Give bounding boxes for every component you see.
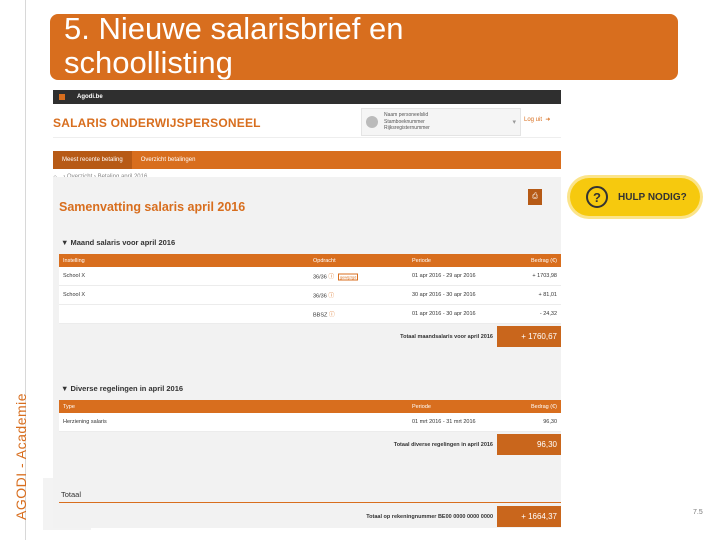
user-avatar-icon: [366, 116, 378, 128]
row-periode: 01 apr 2016 - 29 apr 2016: [412, 273, 476, 279]
row-opdracht: 36/36 ⓘ gewijzigd: [313, 272, 359, 281]
monthly-total-row: Totaal maandsalaris voor april 2016 + 17…: [59, 326, 561, 347]
changed-badge: gewijzigd: [337, 273, 359, 281]
monthly-table-header: Instelling Opdracht Periode Bedrag (€): [59, 254, 561, 267]
side-label-text: AGODI - Academie: [13, 392, 29, 520]
app-header: SALARIS ONDERWIJSPERSONEEL Naam personee…: [53, 104, 561, 138]
slide-number: 7.5: [693, 509, 703, 516]
various-table-header: Type Periode Bedrag (€): [59, 400, 561, 413]
pdf-icon[interactable]: ⎙: [528, 189, 542, 205]
row-type: Herziening salaris: [63, 419, 107, 425]
grand-total-heading: Totaal: [61, 490, 82, 499]
col-bedrag: Bedrag (€): [531, 403, 557, 410]
divider: [59, 502, 561, 503]
row-bedrag: + 1703,98: [532, 273, 557, 279]
info-icon[interactable]: ⓘ: [328, 294, 334, 300]
brand-name[interactable]: Agodi.be: [77, 94, 103, 100]
row-periode: 01 apr 2016 - 30 apr 2016: [412, 311, 476, 317]
user-info: Naam personeelslid Stamboeknummer Rijksr…: [384, 112, 512, 132]
user-national-number: Rijksregisternummer: [384, 125, 430, 132]
col-instelling: Instelling: [63, 257, 85, 264]
salary-app-screenshot: Agodi.be SALARIS ONDERWIJSPERSONEEL Naam…: [53, 90, 561, 528]
various-section-toggle[interactable]: ▼ Diverse regelingen in april 2016: [61, 384, 183, 393]
chevron-down-icon: ▾: [512, 119, 516, 126]
table-row: School X 36/36 ⓘ gewijzigd 01 apr 2016 -…: [59, 267, 561, 286]
help-button-label: HULP NODIG?: [618, 191, 687, 203]
grand-total-amount: + 1664,37: [497, 506, 561, 527]
various-total-label: Totaal diverse regelingen in april 2016: [393, 441, 493, 448]
slide-title: 5. Nieuwe salarisbrief en schoollisting: [64, 11, 404, 80]
logout-label: Log uit: [524, 117, 543, 123]
row-bedrag: + 81,01: [538, 292, 557, 298]
row-opdracht: BBSZ ⓘ: [313, 310, 335, 319]
table-row: Herziening salaris 01 mrt 2016 - 31 mrt …: [59, 413, 561, 432]
tab-payment-overview[interactable]: Overzicht betalingen: [132, 151, 205, 169]
table-row: BBSZ ⓘ 01 apr 2016 - 30 apr 2016 - 24,32: [59, 305, 561, 324]
col-opdracht: Opdracht: [313, 257, 336, 264]
info-icon[interactable]: ⓘ: [329, 313, 335, 319]
brand-logo-icon: [59, 94, 65, 100]
tab-bar: Meest recente betaling Overzicht betalin…: [53, 151, 561, 169]
question-icon: ?: [586, 186, 608, 208]
grand-total-row: Totaal op rekeningnummer BE00 0000 0000 …: [59, 506, 561, 527]
monthly-section-toggle[interactable]: ▼ Maand salaris voor april 2016: [61, 238, 175, 247]
row-opdracht-value: 36/36: [313, 293, 327, 300]
monthly-total-amount: + 1760,67: [497, 326, 561, 347]
table-row: School X 36/36 ⓘ 30 apr 2016 - 30 apr 20…: [59, 286, 561, 305]
summary-title: Samenvatting salaris april 2016: [59, 200, 246, 214]
row-opdracht-value: 36/36: [313, 274, 327, 281]
logout-arrow-icon: ➜: [543, 117, 551, 123]
title-bar: 5. Nieuwe salarisbrief en schoollisting: [50, 11, 678, 80]
col-periode: Periode: [412, 257, 431, 264]
help-button[interactable]: ? HULP NODIG?: [570, 178, 700, 216]
col-type: Type: [63, 403, 75, 410]
content-panel: [53, 177, 561, 528]
top-bar: Agodi.be: [53, 90, 561, 104]
row-bedrag: 96,30: [543, 419, 557, 425]
user-menu[interactable]: Naam personeelslid Stamboeknummer Rijksr…: [361, 108, 521, 136]
row-opdracht-value: BBSZ: [313, 312, 328, 319]
col-bedrag: Bedrag (€): [531, 257, 557, 264]
row-periode: 30 apr 2016 - 30 apr 2016: [412, 292, 476, 298]
row-periode: 01 mrt 2016 - 31 mrt 2016: [412, 419, 476, 425]
monthly-total-label: Totaal maandsalaris voor april 2016: [400, 333, 493, 340]
grand-total-label: Totaal op rekeningnummer BE00 0000 0000 …: [366, 513, 493, 520]
various-total-row: Totaal diverse regelingen in april 2016 …: [59, 434, 561, 455]
row-instelling: School X: [63, 273, 86, 279]
row-instelling: School X: [63, 292, 86, 298]
logout-link[interactable]: Log uit ➜: [524, 116, 550, 123]
various-table: Type Periode Bedrag (€) Herziening salar…: [59, 400, 561, 455]
various-total-amount: 96,30: [497, 434, 561, 455]
side-label: AGODI - Academie: [0, 0, 29, 540]
row-opdracht: 36/36 ⓘ: [313, 291, 334, 300]
monthly-table: Instelling Opdracht Periode Bedrag (€) S…: [59, 254, 561, 347]
app-title: SALARIS ONDERWIJSPERSONEEL: [53, 116, 261, 130]
row-bedrag: - 24,32: [539, 311, 557, 317]
info-icon[interactable]: ⓘ: [328, 275, 334, 281]
tab-latest-payment[interactable]: Meest recente betaling: [53, 151, 132, 169]
col-periode: Periode: [412, 403, 431, 410]
